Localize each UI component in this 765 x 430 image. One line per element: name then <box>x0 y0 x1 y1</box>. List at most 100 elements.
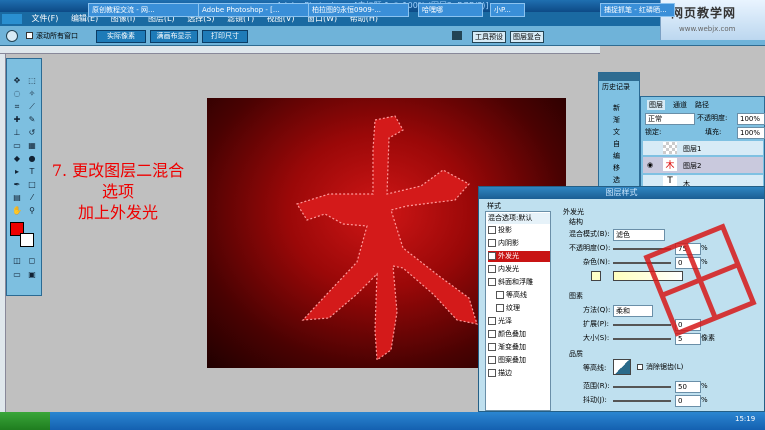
move-tool-icon[interactable]: ✥ <box>11 75 23 86</box>
styles-list: 混合选项:默认 投影 内阴影 外发光 内发光 斜面和浮雕 等高线 纹理 光泽 颜… <box>485 211 551 411</box>
layer-thumbnail <box>663 142 677 154</box>
style-stroke[interactable]: 描边 <box>488 368 550 379</box>
history-item[interactable]: 新 <box>613 103 620 113</box>
history-item[interactable]: 选 <box>613 175 620 185</box>
auto-scroll-checkbox[interactable] <box>26 32 33 39</box>
style-checkbox[interactable] <box>496 291 504 299</box>
tab-paths[interactable]: 路径 <box>695 100 709 110</box>
styles-header: 样式 <box>487 202 501 210</box>
red-seal-stamp <box>643 223 757 337</box>
method-label: 方法(Q): <box>583 306 611 314</box>
history-item[interactable]: 渐 <box>613 115 620 125</box>
taskbar-item[interactable]: 捕捉抓笔 - 红磷晒... <box>600 3 675 17</box>
style-blending-options[interactable]: 混合选项:默认 <box>488 213 550 224</box>
history-item[interactable]: 移 <box>613 163 620 173</box>
contour-picker[interactable] <box>613 359 631 375</box>
style-checkbox[interactable] <box>488 252 496 260</box>
style-checkbox[interactable] <box>488 278 496 286</box>
magic-wand-icon[interactable]: ✧ <box>26 88 38 99</box>
history-item[interactable]: 自 <box>613 139 620 149</box>
healing-brush-icon[interactable]: ✚ <box>11 114 23 125</box>
style-checkbox[interactable] <box>488 330 496 338</box>
layer-name: 图层2 <box>683 162 702 170</box>
layer-thumbnail: 木 <box>663 158 677 171</box>
stamp-tool-icon[interactable]: ⊥ <box>11 127 23 138</box>
fit-screen-button[interactable]: 满画布显示 <box>150 30 198 43</box>
layer-blend-mode[interactable]: 正常 <box>645 113 695 125</box>
gradient-tool-icon[interactable]: ▦ <box>26 140 38 151</box>
layer-row[interactable]: 图层1 <box>643 141 763 155</box>
actual-pixels-button[interactable]: 实际像素 <box>96 30 146 43</box>
layer-fill-input[interactable]: 100% <box>737 127 765 139</box>
palette-well-icon[interactable] <box>452 31 462 40</box>
screen-mode-icon[interactable]: ▭ <box>11 269 23 280</box>
hand-tool-icon[interactable] <box>6 30 18 42</box>
tutorial-annotation: 7. 更改图层二混合 选项 加上外发光 <box>18 160 218 223</box>
taskbar-item[interactable]: 哈嘿哪 <box>418 3 483 17</box>
annotation-line-3: 加上外发光 <box>77 203 158 222</box>
style-inner-shadow[interactable]: 内阴影 <box>488 238 550 249</box>
auto-scroll-label: 滚动所有窗口 <box>36 32 78 40</box>
style-gradient-overlay[interactable]: 渐变叠加 <box>488 342 550 353</box>
glow-color-swatch[interactable] <box>591 271 601 281</box>
antialias-checkbox[interactable] <box>637 364 643 370</box>
history-brush-icon[interactable]: ↺ <box>26 127 38 138</box>
style-texture[interactable]: 纹理 <box>496 303 558 314</box>
style-checkbox[interactable] <box>488 317 496 325</box>
start-button[interactable] <box>0 412 50 430</box>
style-checkbox[interactable] <box>488 265 496 273</box>
tab-history[interactable]: 历史记录 <box>602 82 630 92</box>
style-checkbox[interactable] <box>488 356 496 364</box>
layer-row-selected[interactable]: ◉ 木 图层2 <box>643 157 763 173</box>
marquee-tool-icon[interactable]: ⬚ <box>26 75 38 86</box>
style-contour[interactable]: 等高线 <box>496 290 558 301</box>
photoshop-icon[interactable] <box>2 14 22 24</box>
style-checkbox[interactable] <box>496 304 504 312</box>
layer-style-dialog: 图层样式 样式 混合选项:默认 投影 内阴影 外发光 内发光 斜面和浮雕 等高线… <box>478 186 765 412</box>
style-checkbox[interactable] <box>488 226 496 234</box>
crop-tool-icon[interactable]: ⌗ <box>11 101 23 112</box>
jitter-slider[interactable] <box>613 400 671 402</box>
full-screen-icon[interactable]: ▣ <box>26 269 38 280</box>
history-item[interactable]: 编 <box>613 151 620 161</box>
style-drop-shadow[interactable]: 投影 <box>488 225 550 236</box>
quality-heading: 品质 <box>569 350 583 358</box>
history-item[interactable]: 文 <box>613 127 620 137</box>
tab-channels[interactable]: 通道 <box>673 100 687 110</box>
layer-opacity-input[interactable]: 100% <box>737 113 765 125</box>
style-color-overlay[interactable]: 颜色叠加 <box>488 329 550 340</box>
taskbar-item[interactable]: 小P... <box>490 3 525 17</box>
range-slider[interactable] <box>613 386 671 388</box>
contour-label: 等高线: <box>583 364 607 372</box>
menu-file[interactable]: 文件(F) <box>27 12 64 26</box>
style-checkbox[interactable] <box>488 369 496 377</box>
tab-tool-presets[interactable]: 工具预设 <box>472 31 506 43</box>
slice-tool-icon[interactable]: ⟋ <box>26 101 38 112</box>
style-checkbox[interactable] <box>488 343 496 351</box>
range-input[interactable]: 50 <box>675 381 701 393</box>
taskbar-item[interactable]: Adobe Photoshop - [... <box>198 3 309 17</box>
tab-layers[interactable]: 图层 <box>647 100 665 110</box>
taskbar-item[interactable]: 柏拉图的永恒0909-... <box>308 3 409 17</box>
style-inner-glow[interactable]: 内发光 <box>488 264 550 275</box>
eraser-tool-icon[interactable]: ▭ <box>11 140 23 151</box>
standard-mode-icon[interactable]: ◻ <box>26 255 38 266</box>
style-satin[interactable]: 光泽 <box>488 316 550 327</box>
history-panel-header <box>599 73 639 81</box>
eye-icon[interactable]: ◉ <box>647 161 653 169</box>
jitter-input[interactable]: 0 <box>675 395 701 407</box>
quick-mask-icon[interactable]: ◫ <box>11 255 23 266</box>
print-size-button[interactable]: 打印尺寸 <box>202 30 248 43</box>
style-checkbox[interactable] <box>488 239 496 247</box>
lock-label: 锁定: <box>645 128 662 136</box>
style-pattern-overlay[interactable]: 图案叠加 <box>488 355 550 366</box>
range-label: 范围(R): <box>583 382 610 390</box>
lasso-tool-icon[interactable]: ◌ <box>11 88 23 99</box>
brush-tool-icon[interactable]: ✎ <box>26 114 38 125</box>
style-outer-glow[interactable]: 外发光 <box>488 251 550 262</box>
layers-panel: 图层 通道 路径 正常 不透明度: 100% 锁定: 填充: 100% 图层1 … <box>640 96 765 196</box>
style-bevel-emboss[interactable]: 斜面和浮雕 <box>488 277 550 288</box>
taskbar-item[interactable]: 原创教程交流 - 网... <box>88 3 199 17</box>
background-color[interactable] <box>20 233 34 247</box>
tab-layer-comps[interactable]: 图层复合 <box>510 31 544 43</box>
